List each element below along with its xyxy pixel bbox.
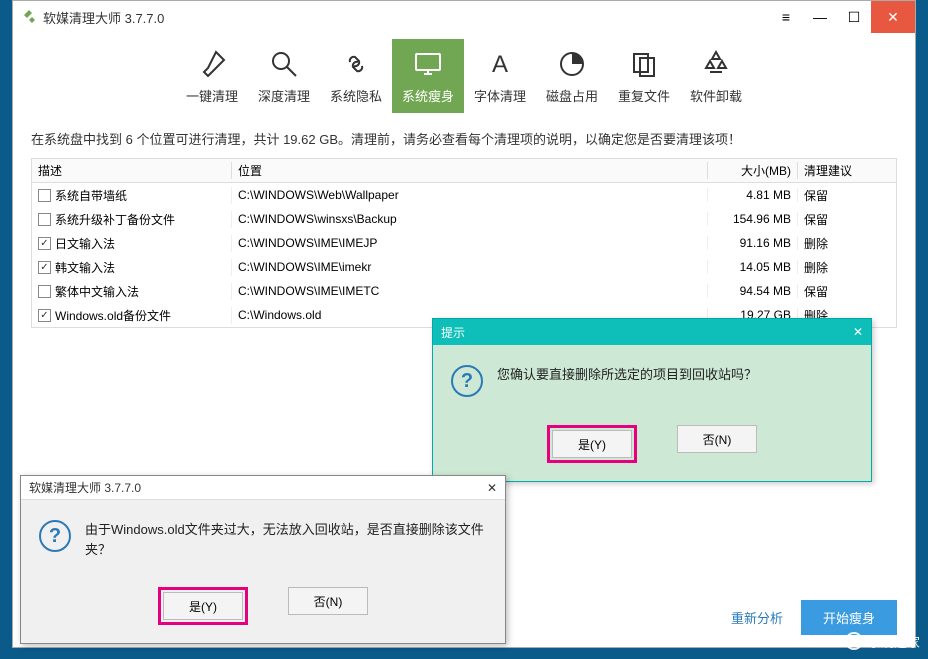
row-suggestion: 保留: [798, 283, 878, 300]
tool-dup[interactable]: 重复文件: [608, 39, 680, 113]
table-row[interactable]: ✓ 日文输入法 C:\WINDOWS\IME\IMEJP 91.16 MB 删除: [32, 231, 896, 255]
row-suggestion: 删除: [798, 235, 878, 252]
row-suggestion: 删除: [798, 259, 878, 276]
col-size[interactable]: 大小(MB): [708, 162, 798, 179]
app-icon: [21, 9, 37, 25]
question-icon: ?: [39, 520, 71, 552]
row-checkbox[interactable]: ✓: [38, 261, 51, 274]
table-row[interactable]: ✓ 韩文输入法 C:\WINDOWS\IME\imekr 14.05 MB 删除: [32, 255, 896, 279]
magnify-icon: [268, 48, 300, 80]
dialog2-title-text: 软媒清理大师 3.7.7.0: [29, 479, 141, 496]
row-checkbox[interactable]: [38, 285, 51, 298]
results-table: 描述 位置 大小(MB) 清理建议 系统自带墙纸 C:\WINDOWS\Web\…: [31, 158, 897, 328]
start-slim-button[interactable]: 开始瘦身: [801, 600, 897, 635]
dialog2-close-icon[interactable]: ✕: [487, 481, 497, 495]
row-location: C:\WINDOWS\IME\IMEJP: [232, 236, 708, 250]
maximize-button[interactable]: ☐: [837, 1, 871, 33]
yes-highlight: 是(Y): [158, 587, 248, 625]
monitor-icon: [412, 48, 444, 80]
row-checkbox[interactable]: ✓: [38, 237, 51, 250]
recycle-icon: [700, 48, 732, 80]
tool-label: 一键清理: [186, 86, 238, 105]
watermark-text: 系统之家: [868, 632, 920, 651]
confirm-dialog: 提示 ✕ ? 您确认要直接删除所选定的项目到回收站吗？ 是(Y) 否(N): [432, 318, 872, 482]
table-header: 描述 位置 大小(MB) 清理建议: [32, 159, 896, 183]
row-desc: Windows.old备份文件: [55, 307, 171, 324]
tool-font[interactable]: A 字体清理: [464, 39, 536, 113]
row-desc: 系统升级补丁备份文件: [55, 211, 175, 228]
row-suggestion: 保留: [798, 211, 878, 228]
row-desc: 繁体中文输入法: [55, 283, 139, 300]
row-suggestion: 保留: [798, 187, 878, 204]
tool-recycle[interactable]: 软件卸载: [680, 39, 752, 113]
windowsold-dialog: 软媒清理大师 3.7.7.0 ✕ ? 由于Windows.old文件夹过大，无法…: [20, 475, 506, 644]
content-area: 在系统盘中找到 6 个位置可进行清理，共计 19.62 GB。清理前，请务必查看…: [13, 113, 915, 338]
tool-monitor[interactable]: 系统瘦身: [392, 39, 464, 113]
tool-label: 字体清理: [474, 86, 526, 105]
row-checkbox[interactable]: [38, 213, 51, 226]
tool-brush[interactable]: 一键清理: [176, 39, 248, 113]
font-icon: A: [484, 48, 516, 80]
titlebar: 软媒清理大师 3.7.7.0 ≡ — ☐ ✕: [13, 1, 915, 33]
row-size: 154.96 MB: [708, 212, 798, 226]
dialog2-no-button[interactable]: 否(N): [288, 587, 368, 615]
svg-text:A: A: [492, 51, 508, 78]
row-checkbox[interactable]: [38, 189, 51, 202]
row-desc: 系统自带墙纸: [55, 187, 127, 204]
table-row[interactable]: 繁体中文输入法 C:\WINDOWS\IME\IMETC 94.54 MB 保留: [32, 279, 896, 303]
tool-label: 磁盘占用: [546, 86, 598, 105]
row-checkbox[interactable]: ✓: [38, 309, 51, 322]
dialog-title-text: 提示: [441, 324, 465, 341]
tool-chain[interactable]: 系统隐私: [320, 39, 392, 113]
tool-magnify[interactable]: 深度清理: [248, 39, 320, 113]
yes-highlight: 是(Y): [547, 425, 637, 463]
pie-icon: [556, 48, 588, 80]
dialog-yes-button[interactable]: 是(Y): [552, 430, 632, 458]
menu-button[interactable]: ≡: [769, 1, 803, 33]
row-location: C:\WINDOWS\IME\IMETC: [232, 284, 708, 298]
row-location: C:\WINDOWS\winsxs\Backup: [232, 212, 708, 226]
table-row[interactable]: 系统升级补丁备份文件 C:\WINDOWS\winsxs\Backup 154.…: [32, 207, 896, 231]
row-size: 91.16 MB: [708, 236, 798, 250]
info-line: 在系统盘中找到 6 个位置可进行清理，共计 19.62 GB。清理前，请务必查看…: [31, 129, 897, 148]
tool-label: 重复文件: [618, 86, 670, 105]
dialog-title: 提示 ✕: [433, 319, 871, 345]
question-icon: ?: [451, 365, 483, 397]
watermark-icon: [844, 631, 864, 651]
dialog2-title: 软媒清理大师 3.7.7.0 ✕: [21, 476, 505, 500]
tool-label: 系统隐私: [330, 86, 382, 105]
window-title: 软媒清理大师 3.7.7.0: [43, 8, 769, 27]
col-loc[interactable]: 位置: [232, 162, 708, 179]
row-size: 4.81 MB: [708, 188, 798, 202]
brush-icon: [196, 48, 228, 80]
footer: 重新分析 开始瘦身: [731, 600, 897, 635]
tool-label: 深度清理: [258, 86, 310, 105]
row-size: 94.54 MB: [708, 284, 798, 298]
watermark: 系统之家: [844, 631, 920, 651]
dialog2-message: 由于Windows.old文件夹过大，无法放入回收站，是否直接删除该文件夹？: [85, 520, 487, 559]
row-size: 14.05 MB: [708, 260, 798, 274]
col-desc[interactable]: 描述: [32, 162, 232, 179]
reanalyze-link[interactable]: 重新分析: [731, 608, 783, 627]
tool-pie[interactable]: 磁盘占用: [536, 39, 608, 113]
chain-icon: [340, 48, 372, 80]
dialog2-yes-button[interactable]: 是(Y): [163, 592, 243, 620]
row-desc: 韩文输入法: [55, 259, 115, 276]
dup-icon: [628, 48, 660, 80]
row-location: C:\WINDOWS\Web\Wallpaper: [232, 188, 708, 202]
tool-label: 软件卸载: [690, 86, 742, 105]
col-sug[interactable]: 清理建议: [798, 162, 878, 179]
minimize-button[interactable]: —: [803, 1, 837, 33]
close-button[interactable]: ✕: [871, 1, 915, 33]
dialog-no-button[interactable]: 否(N): [677, 425, 757, 453]
row-desc: 日文输入法: [55, 235, 115, 252]
dialog-message: 您确认要直接删除所选定的项目到回收站吗？: [497, 365, 757, 385]
toolbar: 一键清理 深度清理 系统隐私 系统瘦身 A 字体清理 磁盘占用 重复文件 软件卸载: [13, 33, 915, 113]
row-location: C:\WINDOWS\IME\imekr: [232, 260, 708, 274]
tool-label: 系统瘦身: [402, 86, 454, 105]
dialog-close-icon[interactable]: ✕: [853, 325, 863, 339]
table-row[interactable]: 系统自带墙纸 C:\WINDOWS\Web\Wallpaper 4.81 MB …: [32, 183, 896, 207]
